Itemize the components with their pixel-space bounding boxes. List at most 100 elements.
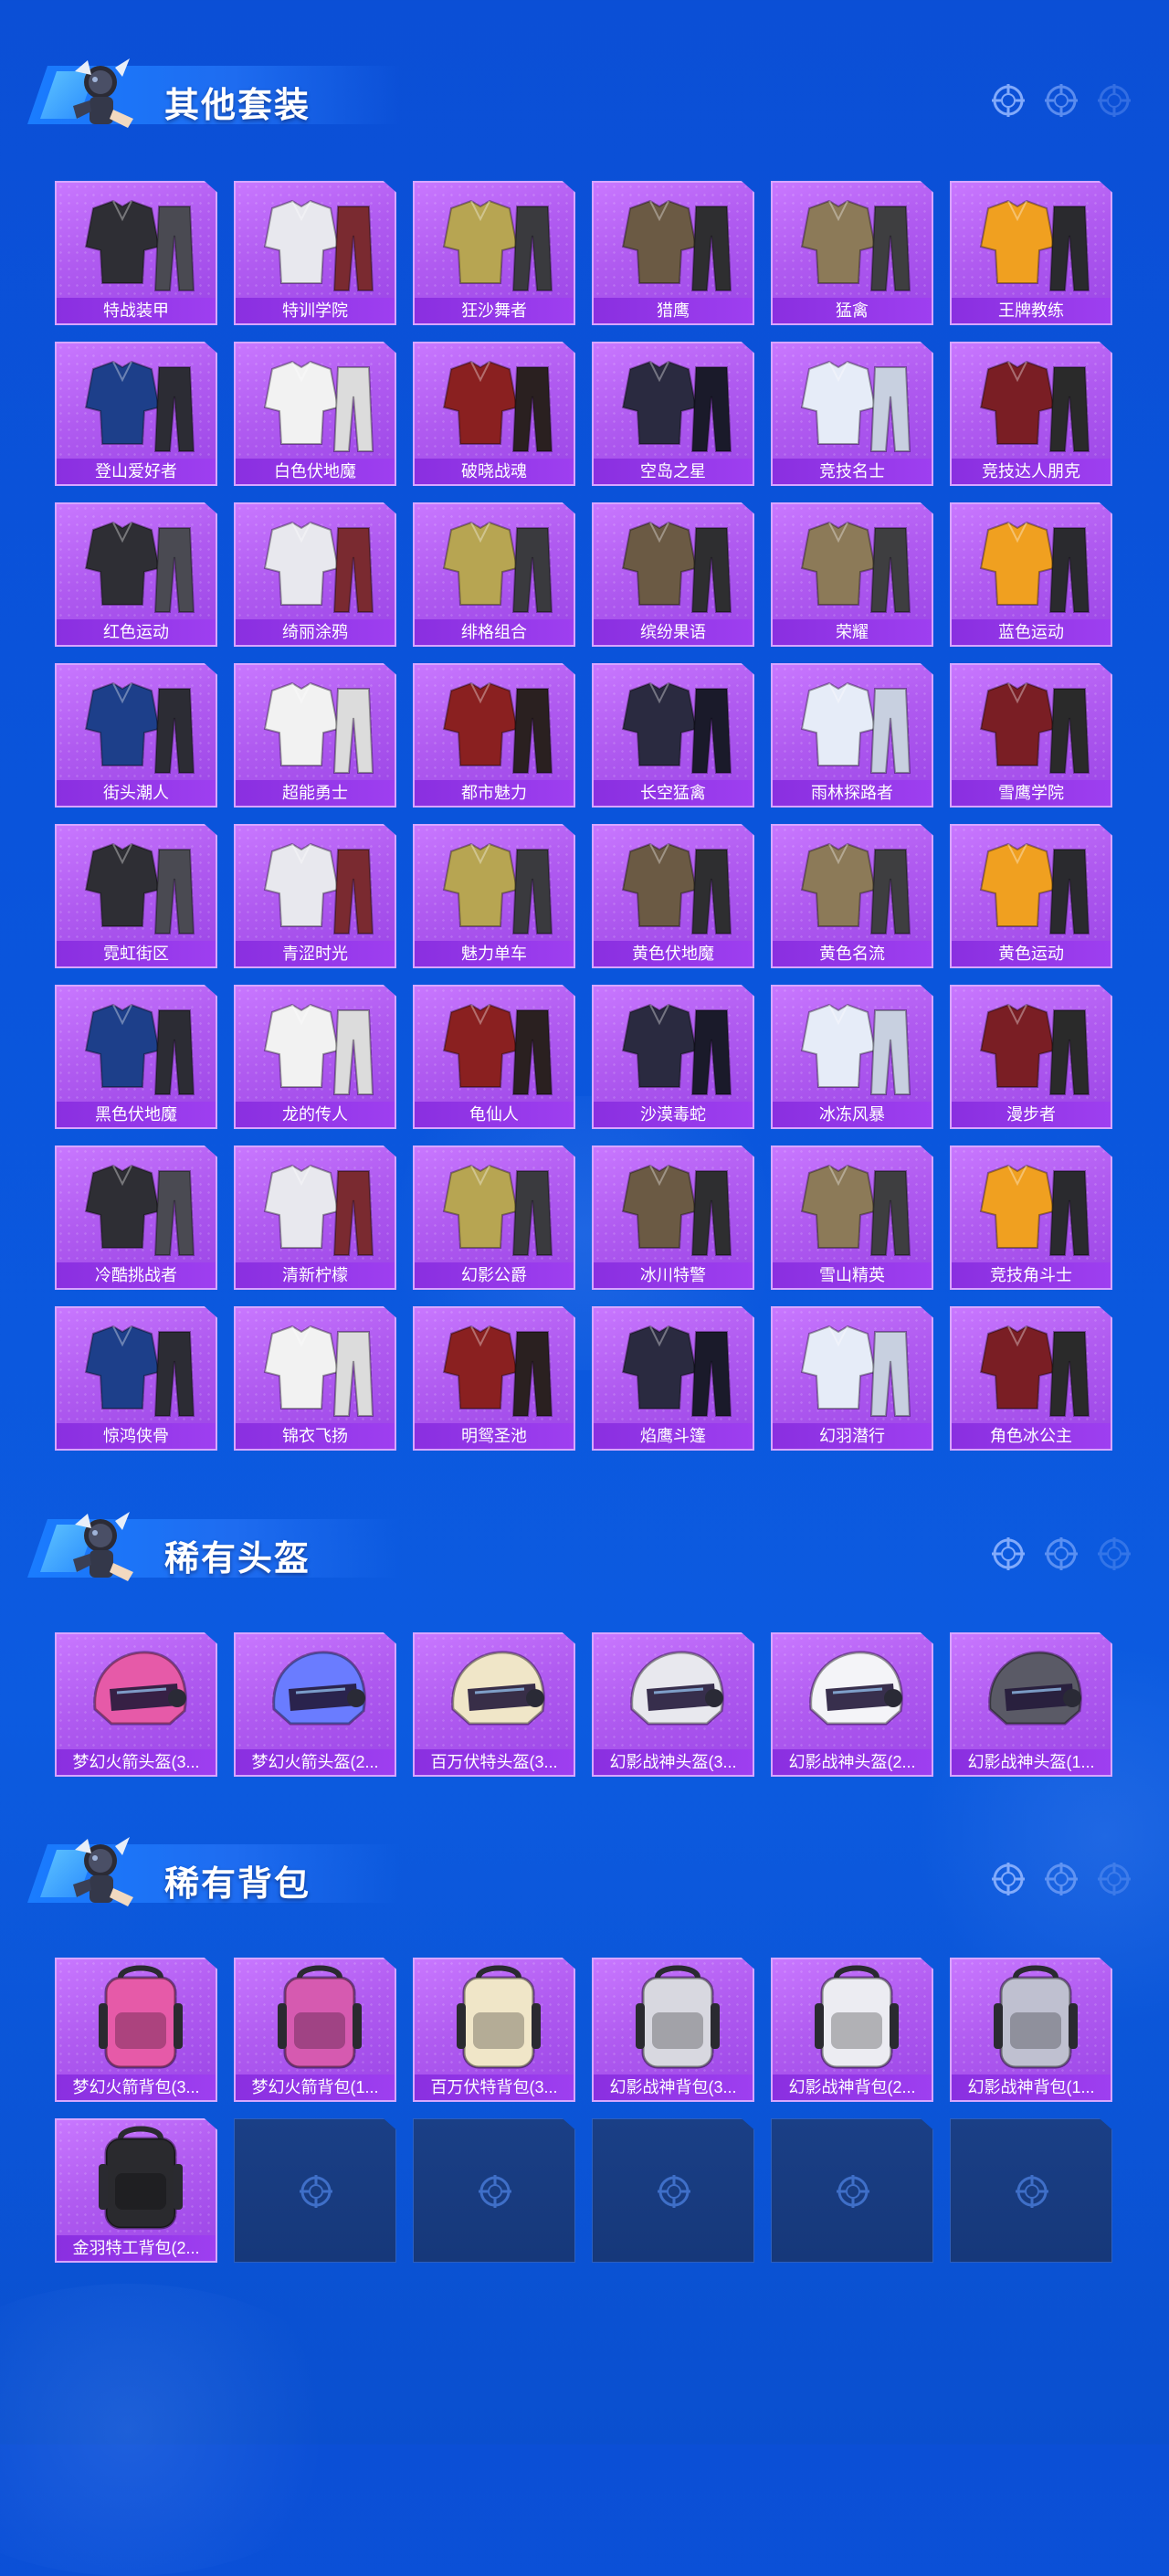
outfit-icon: [979, 681, 1090, 774]
item-card[interactable]: 黄色运动: [950, 824, 1112, 968]
item-card[interactable]: 猛禽: [771, 181, 933, 325]
item-card[interactable]: 幻影战神头盔(1...: [950, 1632, 1112, 1777]
outfit-icon: [979, 1003, 1090, 1095]
outfit-icon: [442, 1164, 553, 1256]
item-card[interactable]: 猎鹰: [592, 181, 754, 325]
item-label: 特训学院: [236, 298, 395, 323]
item-card[interactable]: 焰鹰斗篷: [592, 1306, 754, 1451]
item-card[interactable]: 漫步者: [950, 985, 1112, 1129]
outfit-icon: [84, 1003, 195, 1095]
item-card[interactable]: 幻影战神背包(1...: [950, 1958, 1112, 2102]
item-label: 明鸳圣池: [415, 1423, 574, 1449]
item-card[interactable]: 特战装甲: [55, 181, 217, 325]
crosshair-icon: [1045, 84, 1078, 117]
item-card[interactable]: 梦幻火箭头盔(3...: [55, 1632, 217, 1777]
item-card[interactable]: 黑色伏地魔: [55, 985, 217, 1129]
item-label: 焰鹰斗篷: [594, 1423, 753, 1449]
item-card[interactable]: 绯格组合: [413, 502, 575, 647]
item-label: 魅力单车: [415, 941, 574, 966]
item-card[interactable]: 红色运动: [55, 502, 217, 647]
item-card[interactable]: 超能勇士: [234, 663, 396, 808]
item-label: 猛禽: [773, 298, 932, 323]
item-card[interactable]: 缤纷果语: [592, 502, 754, 647]
crosshair-icon: [1098, 1863, 1131, 1895]
item-label: 破晓战魂: [415, 459, 574, 484]
item-card[interactable]: 长空猛禽: [592, 663, 754, 808]
item-card[interactable]: 冰冻风暴: [771, 985, 933, 1129]
item-card[interactable]: 街头潮人: [55, 663, 217, 808]
item-card[interactable]: 金羽特工背包(2...: [55, 2118, 217, 2263]
item-label: 猎鹰: [594, 298, 753, 323]
section-reticles: [990, 1536, 1132, 1572]
item-card[interactable]: 幻影战神背包(3...: [592, 1958, 754, 2102]
item-label: 竞技名士: [773, 459, 932, 484]
item-card[interactable]: 幻影战神头盔(2...: [771, 1632, 933, 1777]
crosshair-icon: [1045, 1863, 1078, 1895]
item-card[interactable]: 都市魅力: [413, 663, 575, 808]
item-card[interactable]: 魅力单车: [413, 824, 575, 968]
outfit-icon: [621, 681, 732, 774]
item-card[interactable]: 梦幻火箭背包(1...: [234, 1958, 396, 2102]
empty-slot: [950, 2118, 1112, 2263]
item-card[interactable]: 雨林探路者: [771, 663, 933, 808]
item-card[interactable]: 蓝色运动: [950, 502, 1112, 647]
item-card[interactable]: 幻影公爵: [413, 1145, 575, 1290]
item-label: 龟仙人: [415, 1102, 574, 1127]
outfit-icon: [621, 1325, 732, 1417]
outfit-icon: [621, 1164, 732, 1256]
backpack-icon: [99, 1965, 183, 2069]
item-card[interactable]: 绮丽涂鸦: [234, 502, 396, 647]
outfit-icon: [263, 199, 374, 291]
item-card[interactable]: 幻羽潜行: [771, 1306, 933, 1451]
item-card[interactable]: 明鸳圣池: [413, 1306, 575, 1451]
item-card[interactable]: 荣耀: [771, 502, 933, 647]
item-label: 幻影战神背包(1...: [952, 2075, 1111, 2100]
item-card[interactable]: 竞技达人朋克: [950, 342, 1112, 486]
item-card[interactable]: 幻影战神头盔(3...: [592, 1632, 754, 1777]
item-card[interactable]: 霓虹街区: [55, 824, 217, 968]
item-card[interactable]: 清新柠檬: [234, 1145, 396, 1290]
outfit-icon: [800, 1164, 911, 1256]
item-card[interactable]: 龙的传人: [234, 985, 396, 1129]
crosshair-icon: [479, 2175, 511, 2208]
item-card[interactable]: 角色冰公主: [950, 1306, 1112, 1451]
section-other-outfits: 其他套装 特战装甲 特训学院 狂沙舞者 猎鹰 猛禽 王牌教练登山爱好者 白色伏地魔 破晓战魂空…: [0, 40, 1169, 1451]
outfit-icon: [263, 521, 374, 613]
item-card[interactable]: 竞技名士: [771, 342, 933, 486]
item-label: 蓝色运动: [952, 619, 1111, 645]
item-card[interactable]: 黄色名流: [771, 824, 933, 968]
item-card[interactable]: 空岛之星: [592, 342, 754, 486]
item-card[interactable]: 幻影战神背包(2...: [771, 1958, 933, 2102]
item-label: 幻影战神背包(2...: [773, 2075, 932, 2100]
item-label: 长空猛禽: [594, 780, 753, 806]
outfit-icon: [800, 1003, 911, 1095]
item-card[interactable]: 梦幻火箭头盔(2...: [234, 1632, 396, 1777]
item-card[interactable]: 惊鸿侠骨: [55, 1306, 217, 1451]
item-card[interactable]: 雪山精英: [771, 1145, 933, 1290]
item-card[interactable]: 百万伏特头盔(3...: [413, 1632, 575, 1777]
item-card[interactable]: 狂沙舞者: [413, 181, 575, 325]
item-card[interactable]: 竞技角斗士: [950, 1145, 1112, 1290]
item-card[interactable]: 王牌教练: [950, 181, 1112, 325]
item-card[interactable]: 梦幻火箭背包(3...: [55, 1958, 217, 2102]
item-card[interactable]: 沙漠毒蛇: [592, 985, 754, 1129]
item-label: 龙的传人: [236, 1102, 395, 1127]
item-card[interactable]: 雪鹰学院: [950, 663, 1112, 808]
item-card[interactable]: 青涩时光: [234, 824, 396, 968]
item-label: 绮丽涂鸦: [236, 619, 395, 645]
item-card[interactable]: 白色伏地魔: [234, 342, 396, 486]
item-card[interactable]: 黄色伏地魔: [592, 824, 754, 968]
item-card[interactable]: 破晓战魂: [413, 342, 575, 486]
section-reticles: [990, 1861, 1132, 1897]
item-card[interactable]: 锦衣飞扬: [234, 1306, 396, 1451]
item-card[interactable]: 登山爱好者: [55, 342, 217, 486]
item-card[interactable]: 龟仙人: [413, 985, 575, 1129]
item-card[interactable]: 冰川特警: [592, 1145, 754, 1290]
outfit-icon: [263, 360, 374, 452]
item-label: 幻羽潜行: [773, 1423, 932, 1449]
item-card[interactable]: 冷酷挑战者: [55, 1145, 217, 1290]
item-card[interactable]: 百万伏特背包(3...: [413, 1958, 575, 2102]
item-card[interactable]: 特训学院: [234, 181, 396, 325]
section-header: 其他套装: [0, 40, 1169, 141]
empty-slot: [592, 2118, 754, 2263]
